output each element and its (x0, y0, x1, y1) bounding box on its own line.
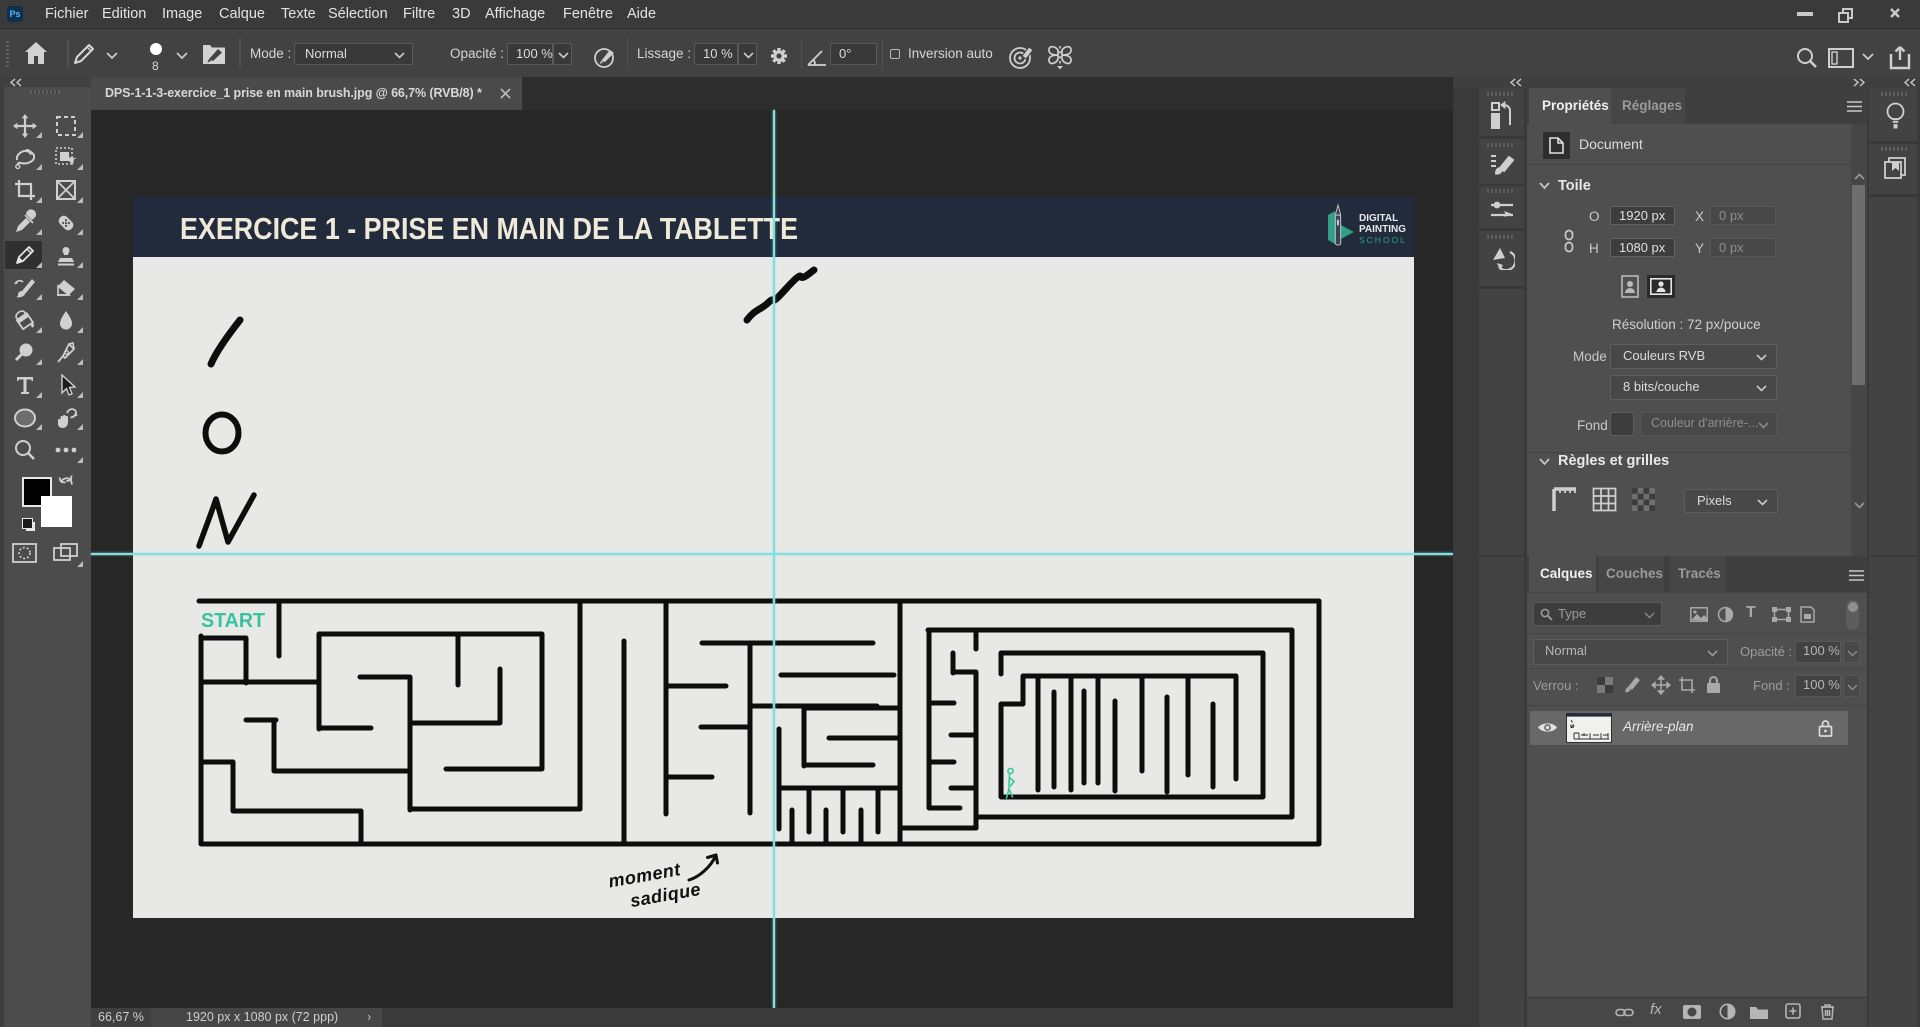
svg-text:START: START (201, 610, 265, 632)
svg-text:DIGITAL: DIGITAL (1359, 213, 1398, 224)
svg-text:SCHOOL: SCHOOL (1359, 235, 1407, 245)
svg-text:PAINTING: PAINTING (1359, 224, 1406, 235)
svg-text:EXERCICE 1 - PRISE EN MAIN DE: EXERCICE 1 - PRISE EN MAIN DE LA TABLETT… (180, 211, 798, 246)
